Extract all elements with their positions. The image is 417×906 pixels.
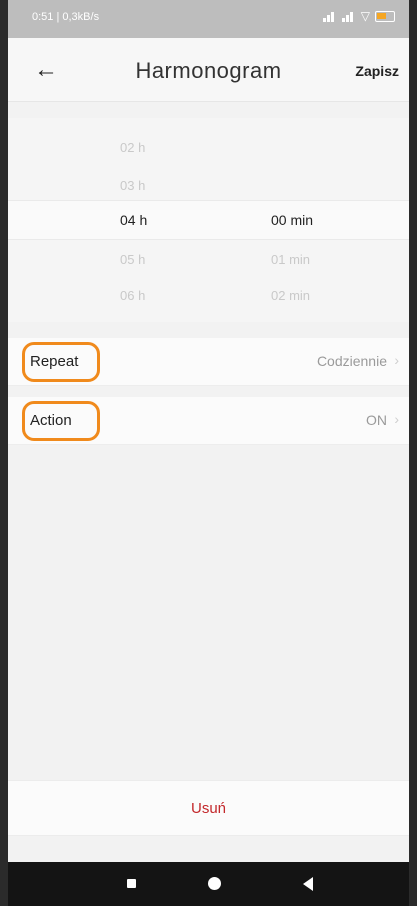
picker-minute-selected[interactable]: 00 min	[271, 212, 313, 228]
repeat-value: Codziennie	[316, 353, 387, 369]
picker-selection-band	[8, 200, 409, 240]
time-picker[interactable]: 02 h 03 h 04 h 05 h 06 h 00 min 01 min 0…	[8, 118, 409, 322]
recent-apps-button[interactable]	[112, 862, 152, 906]
android-nav-bar	[8, 862, 409, 906]
status-time: 0:51 | 0,3kB/s	[32, 11, 100, 23]
save-button[interactable]: Zapisz	[355, 63, 399, 79]
nav-back-button[interactable]	[290, 862, 330, 906]
signal-icon	[341, 10, 356, 22]
home-button[interactable]	[195, 862, 235, 906]
picker-hour-option[interactable]: 02 h	[120, 140, 145, 155]
action-value: ON	[366, 412, 387, 428]
action-row[interactable]: Action ON ›	[8, 397, 409, 445]
page-title: Harmonogram	[135, 58, 282, 83]
action-label: Action	[30, 412, 72, 429]
repeat-row[interactable]: Repeat Codziennie ›	[8, 338, 409, 386]
picker-hour-option[interactable]: 06 h	[120, 288, 145, 303]
delete-label: Usuń	[190, 800, 227, 817]
app-header: ← Harmonogram Zapisz	[8, 38, 409, 102]
wifi-icon: ▽	[360, 9, 370, 23]
repeat-label: Repeat	[30, 353, 79, 370]
picker-hour-option[interactable]: 05 h	[120, 252, 145, 267]
battery-icon	[375, 10, 395, 22]
picker-minute-option[interactable]: 01 min	[271, 252, 310, 267]
picker-minute-option[interactable]: 02 min	[271, 288, 310, 303]
chevron-right-icon: ›	[394, 411, 399, 427]
phone-screen: 0:51 | 0,3kB/s ▽ ← Harmonogram Zapisz 02…	[8, 0, 409, 906]
picker-hour-selected[interactable]: 04 h	[120, 212, 147, 228]
status-bar: 0:51 | 0,3kB/s ▽	[8, 0, 409, 38]
square-icon	[127, 879, 136, 888]
status-icons: ▽	[322, 9, 395, 23]
circle-icon	[208, 877, 221, 890]
chevron-right-icon: ›	[394, 352, 399, 368]
triangle-back-icon	[303, 877, 313, 891]
picker-hour-option[interactable]: 03 h	[120, 178, 145, 193]
signal-icon	[322, 10, 337, 22]
delete-button[interactable]: Usuń	[8, 780, 409, 836]
